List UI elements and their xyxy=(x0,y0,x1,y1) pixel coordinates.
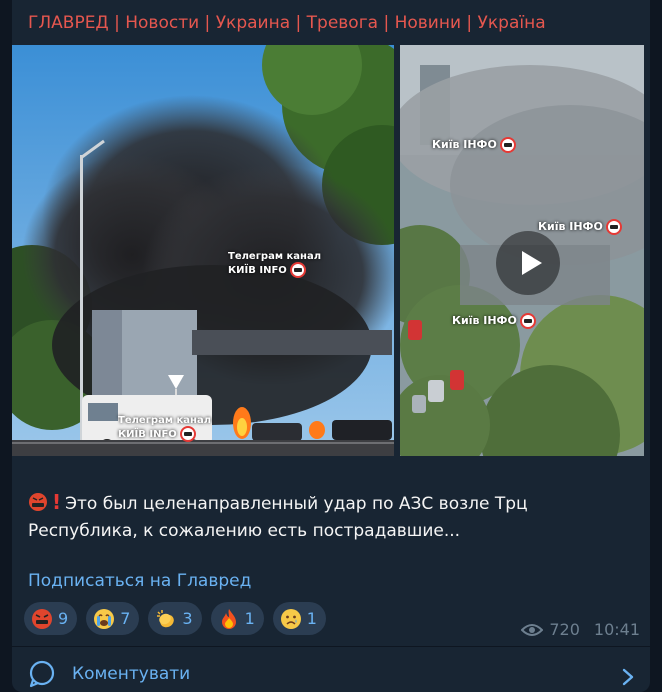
views-count: 720 xyxy=(549,620,580,639)
channel-badge-icon xyxy=(289,262,306,278)
watermark-bottom-line1: Телеграм канал xyxy=(118,415,212,426)
reaction-fire[interactable]: 1 xyxy=(210,602,264,635)
message-meta: 720 10:41 xyxy=(521,620,640,639)
comments-button[interactable]: Коментувати xyxy=(28,660,190,688)
angry-face-icon xyxy=(32,608,52,629)
watermark-bottom: Телеграм канал КИЇВ INFO xyxy=(118,415,211,442)
play-icon[interactable] xyxy=(496,231,560,295)
message-bubble: ГЛАВРЕД | Новости | Украина | Тревога | … xyxy=(12,0,650,692)
eye-icon xyxy=(521,623,544,636)
reaction-angry[interactable]: 9 xyxy=(24,602,78,635)
post-text: ! Это был целенаправленный удар по АЗС во… xyxy=(28,489,628,545)
reactions-bar: 9 7 3 1 1 xyxy=(24,602,326,635)
comment-bubble-icon xyxy=(29,660,55,688)
video-thumbnail[interactable]: Київ ІНФО Київ ІНФО Київ ІНФО xyxy=(400,45,644,456)
comments-label: Коментувати xyxy=(72,664,191,684)
reaction-crying[interactable]: 7 xyxy=(86,602,140,635)
angry-face-icon xyxy=(29,493,47,511)
reaction-count: 9 xyxy=(58,609,69,628)
reaction-clap[interactable]: 3 xyxy=(148,602,202,635)
watermark-right-2: Київ ІНФО xyxy=(538,219,622,235)
channel-badge-icon xyxy=(499,137,516,153)
reaction-count: 7 xyxy=(120,609,131,628)
chevron-right-icon[interactable] xyxy=(622,668,634,686)
post-body: Это был целенаправленный удар по АЗС воз… xyxy=(28,494,528,541)
channel-badge-icon xyxy=(519,313,536,329)
message-time: 10:41 xyxy=(593,620,640,639)
watermark-top-line2: КИЇВ INFO xyxy=(228,265,287,276)
reaction-sad[interactable]: 1 xyxy=(272,602,326,635)
watermark-right-3: Київ ІНФО xyxy=(452,313,536,329)
watermark-top-line1: Телеграм канал xyxy=(228,251,322,262)
crying-face-icon xyxy=(94,608,115,629)
fire-icon xyxy=(221,608,236,629)
reaction-count: 3 xyxy=(182,609,193,628)
clapping-hands-icon xyxy=(157,609,175,627)
exclamation-icon: ! xyxy=(52,490,62,514)
channel-title[interactable]: ГЛАВРЕД | Новости | Украина | Тревога | … xyxy=(28,13,640,33)
reaction-count: 1 xyxy=(306,609,317,628)
watermark-top: Телеграм канал КИЇВ INFO xyxy=(228,251,321,278)
channel-badge-icon xyxy=(179,426,196,442)
channel-badge-icon xyxy=(605,219,622,235)
reaction-count: 1 xyxy=(244,609,255,628)
watermark-bottom-line2: КИЇВ INFO xyxy=(118,429,177,440)
photo-left[interactable]: Телеграм канал КИЇВ INFO Телеграм канал … xyxy=(12,45,394,456)
subscribe-link[interactable]: Подписаться на Главред xyxy=(28,571,251,591)
watermark-right-1: Київ ІНФО xyxy=(432,137,516,153)
sad-face-icon xyxy=(280,608,301,629)
divider xyxy=(12,646,650,647)
